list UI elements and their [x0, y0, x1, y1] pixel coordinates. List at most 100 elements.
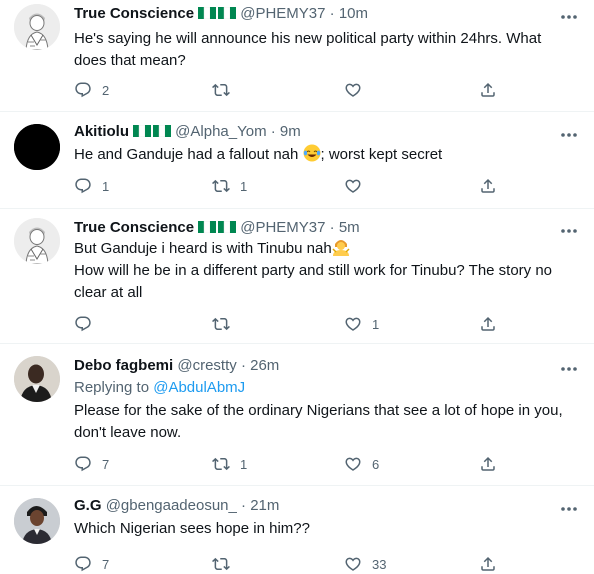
- reply-button[interactable]: 7: [74, 454, 109, 474]
- tweet-actions: 7 1 6: [74, 454, 504, 474]
- more-dots-icon[interactable]: [560, 225, 578, 237]
- share-button[interactable]: [479, 314, 497, 334]
- tweet-actions: 1 1: [74, 176, 504, 196]
- tweet-actions: 2: [74, 80, 504, 100]
- like-button[interactable]: [344, 176, 372, 196]
- timestamp[interactable]: 5m: [339, 219, 360, 236]
- avatar-image: [14, 498, 60, 544]
- nigeria-flag-icon: [198, 7, 216, 19]
- separator-dot: ·: [329, 5, 335, 22]
- more-dots-icon[interactable]: [560, 11, 578, 23]
- avatar[interactable]: [14, 498, 60, 544]
- timestamp[interactable]: 26m: [250, 357, 279, 374]
- like-button[interactable]: [344, 80, 372, 100]
- tweet-actions: 7 33: [74, 554, 504, 574]
- divider: [0, 111, 594, 112]
- retweet-button[interactable]: [212, 80, 240, 100]
- reply-icon: [74, 81, 92, 99]
- timestamp[interactable]: 21m: [250, 497, 279, 514]
- user-handle[interactable]: @PHEMY37: [240, 5, 325, 22]
- like-button[interactable]: 33: [344, 554, 386, 574]
- divider: [0, 208, 594, 209]
- tweet-4[interactable]: G.G @gbengaadeosun_ · 21m Which Nigerian…: [0, 496, 594, 572]
- more-dots-icon[interactable]: [560, 363, 578, 375]
- reply-count: 7: [102, 556, 110, 572]
- divider: [0, 485, 594, 486]
- tweet-header: True Conscience @PHEMY37 · 5m: [74, 218, 360, 238]
- retweet-button[interactable]: [212, 314, 240, 334]
- tweet-text: But Ganduje i heard is with Tinubu nah H…: [74, 238, 579, 304]
- reply-button[interactable]: 2: [74, 80, 109, 100]
- like-button[interactable]: 6: [344, 454, 379, 474]
- like-button[interactable]: 1: [344, 314, 379, 334]
- share-button[interactable]: [479, 80, 497, 100]
- display-name[interactable]: Akitiolu: [74, 123, 129, 140]
- share-button[interactable]: [479, 454, 497, 474]
- user-handle[interactable]: @gbengaadeosun_: [106, 497, 237, 514]
- tweet-text-line: clear at all: [74, 284, 143, 301]
- user-handle[interactable]: @crestty: [177, 357, 236, 374]
- tweet-3[interactable]: Debo fagbemi @crestty · 26m Replying to …: [0, 356, 594, 480]
- user-handle[interactable]: @Alpha_Yom: [175, 123, 266, 140]
- tweet-0[interactable]: True Conscience @PHEMY37 · 10m He's sayi…: [0, 0, 594, 112]
- timestamp[interactable]: 9m: [280, 123, 301, 140]
- reply-button[interactable]: 1: [74, 176, 109, 196]
- tweet-text-line: He's saying he will announce his new pol…: [74, 30, 542, 47]
- tweet-text: He and Ganduje had a fallout nah ; worst…: [74, 144, 579, 166]
- display-name[interactable]: True Conscience: [74, 219, 194, 236]
- heart-icon: [344, 177, 362, 195]
- more-dots-icon[interactable]: [560, 503, 578, 515]
- reply-icon: [74, 177, 92, 195]
- reply-count: 2: [102, 82, 110, 98]
- tweet-header: G.G @gbengaadeosun_ · 21m: [74, 496, 279, 516]
- tweet-text-line: But Ganduje i heard is with Tinubu nah: [74, 238, 579, 260]
- nigeria-flag-icon: [198, 221, 216, 233]
- tweet-text: He's saying he will announce his new pol…: [74, 28, 579, 72]
- more-dots-icon[interactable]: [560, 129, 578, 141]
- retweet-icon: [212, 455, 230, 473]
- reply-button[interactable]: [74, 314, 102, 334]
- share-button[interactable]: [479, 176, 497, 196]
- tweet-text: Which Nigerian sees hope in him??: [74, 518, 579, 540]
- timestamp[interactable]: 10m: [339, 5, 368, 22]
- user-handle[interactable]: @PHEMY37: [240, 219, 325, 236]
- tweet-text: Please for the sake of the ordinary Nige…: [74, 400, 579, 444]
- display-name[interactable]: G.G: [74, 497, 102, 514]
- like-count: 33: [372, 556, 387, 572]
- nigeria-flag-icon: [218, 7, 236, 19]
- reply-button[interactable]: 7: [74, 554, 109, 574]
- laughing-crying-emoji-icon: [303, 144, 321, 162]
- retweet-button[interactable]: 1: [212, 454, 247, 474]
- share-icon: [479, 555, 497, 573]
- separator-dot: ·: [270, 123, 276, 140]
- avatar-image: [14, 356, 60, 402]
- share-icon: [479, 177, 497, 195]
- avatar[interactable]: [14, 4, 60, 50]
- retweet-icon: [212, 177, 230, 195]
- retweet-icon: [212, 555, 230, 573]
- tweet-text-line: does that mean?: [74, 52, 186, 69]
- avatar-image: [14, 4, 60, 50]
- retweet-count: 1: [240, 456, 248, 472]
- tweet-header: Akitiolu @Alpha_Yom · 9m: [74, 122, 301, 142]
- avatar[interactable]: [14, 218, 60, 264]
- display-name[interactable]: Debo fagbemi: [74, 357, 173, 374]
- tweet-text-line: Please for the sake of the ordinary Nige…: [74, 402, 563, 419]
- tweet-text-line: He and Ganduje had a fallout nah ; worst…: [74, 144, 579, 166]
- avatar-image: [14, 124, 60, 170]
- retweet-icon: [212, 81, 230, 99]
- avatar[interactable]: [14, 356, 60, 402]
- retweet-button[interactable]: 1: [212, 176, 247, 196]
- avatar[interactable]: [14, 124, 60, 170]
- tweet-1[interactable]: Akitiolu @Alpha_Yom · 9m He and Ganduje …: [0, 120, 594, 212]
- tweet-text-line: don't leave now.: [74, 424, 182, 441]
- replying-to-mention[interactable]: @AbdulAbmJ: [153, 379, 245, 396]
- tweet-text-fragment: He and Ganduje had a fallout nah: [74, 146, 299, 163]
- person-shrugging-emoji-icon: [332, 240, 350, 256]
- tweet-2[interactable]: True Conscience @PHEMY37 · 5m But Ganduj…: [0, 218, 594, 342]
- share-button[interactable]: [479, 554, 497, 574]
- avatar-image: [14, 218, 60, 264]
- retweet-button[interactable]: [212, 554, 240, 574]
- tweet-text-line: Which Nigerian sees hope in him??: [74, 520, 310, 537]
- display-name[interactable]: True Conscience: [74, 5, 194, 22]
